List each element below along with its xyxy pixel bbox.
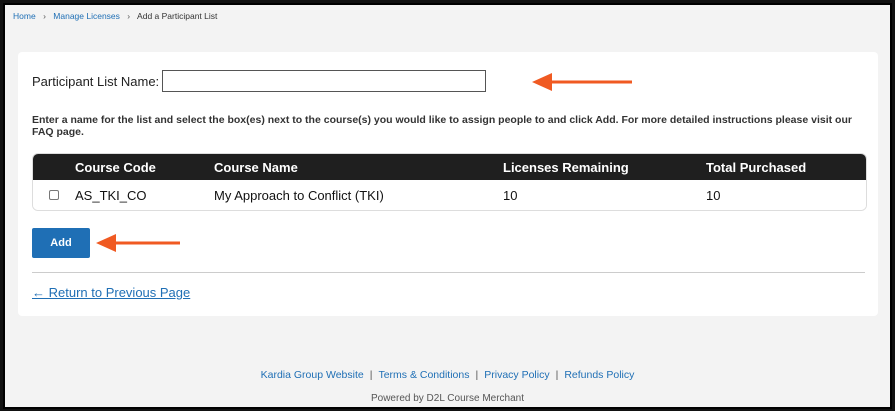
- participant-list-card: Participant List Name: Enter a name for …: [18, 52, 878, 316]
- return-to-previous-page-link[interactable]: ← Return to Previous Page: [32, 285, 190, 300]
- header-course-code: Course Code: [75, 159, 156, 175]
- add-button[interactable]: Add: [32, 228, 90, 258]
- footer-separator: |: [369, 369, 373, 381]
- course-checkbox[interactable]: [49, 190, 59, 200]
- cell-course-name: My Approach to Conflict (TKI): [214, 187, 384, 203]
- page-frame: Home › Manage Licenses › Add a Participa…: [3, 3, 892, 409]
- annotation-arrow-icon: [96, 234, 180, 252]
- instructions-text: Enter a name for the list and select the…: [32, 114, 852, 138]
- footer-separator: |: [475, 369, 479, 381]
- annotation-arrow-icon: [532, 73, 632, 91]
- cell-course-code: AS_TKI_CO: [75, 187, 147, 203]
- breadcrumb-current: Add a Participant List: [137, 11, 218, 21]
- table-header-row: Course Code Course Name Licenses Remaini…: [33, 154, 866, 180]
- cell-licenses-remaining: 10: [503, 187, 518, 203]
- section-divider: [32, 272, 865, 273]
- footer-link-kardia-group-website[interactable]: Kardia Group Website: [261, 369, 364, 381]
- header-total-purchased: Total Purchased: [706, 159, 807, 175]
- participant-list-name-row: Participant List Name:: [32, 70, 487, 92]
- table-row: AS_TKI_CO My Approach to Conflict (TKI) …: [33, 180, 866, 210]
- header-licenses-remaining: Licenses Remaining: [503, 159, 629, 175]
- footer-link-refunds-policy[interactable]: Refunds Policy: [564, 369, 634, 381]
- course-table: Course Code Course Name Licenses Remaini…: [32, 153, 867, 211]
- cell-total-purchased: 10: [706, 187, 721, 203]
- row-select-cell: [33, 190, 75, 200]
- breadcrumb: Home › Manage Licenses › Add a Participa…: [13, 11, 217, 21]
- footer-link-privacy-policy[interactable]: Privacy Policy: [484, 369, 549, 381]
- breadcrumb-separator: ›: [127, 11, 131, 21]
- breadcrumb-manage-licenses[interactable]: Manage Licenses: [53, 11, 120, 21]
- breadcrumb-separator: ›: [43, 11, 46, 21]
- footer-links: Kardia Group Website | Terms & Conditions |…: [5, 369, 890, 381]
- footer-link-terms-conditions[interactable]: Terms & Conditions: [378, 369, 469, 381]
- powered-by-text: Powered by D2L Course Merchant: [370, 393, 525, 404]
- footer-separator: |: [555, 369, 559, 381]
- participant-list-name-label: Participant List Name:: [32, 73, 160, 89]
- breadcrumb-home[interactable]: Home: [13, 11, 36, 21]
- header-course-name: Course Name: [214, 159, 298, 175]
- participant-list-name-input[interactable]: [162, 70, 487, 92]
